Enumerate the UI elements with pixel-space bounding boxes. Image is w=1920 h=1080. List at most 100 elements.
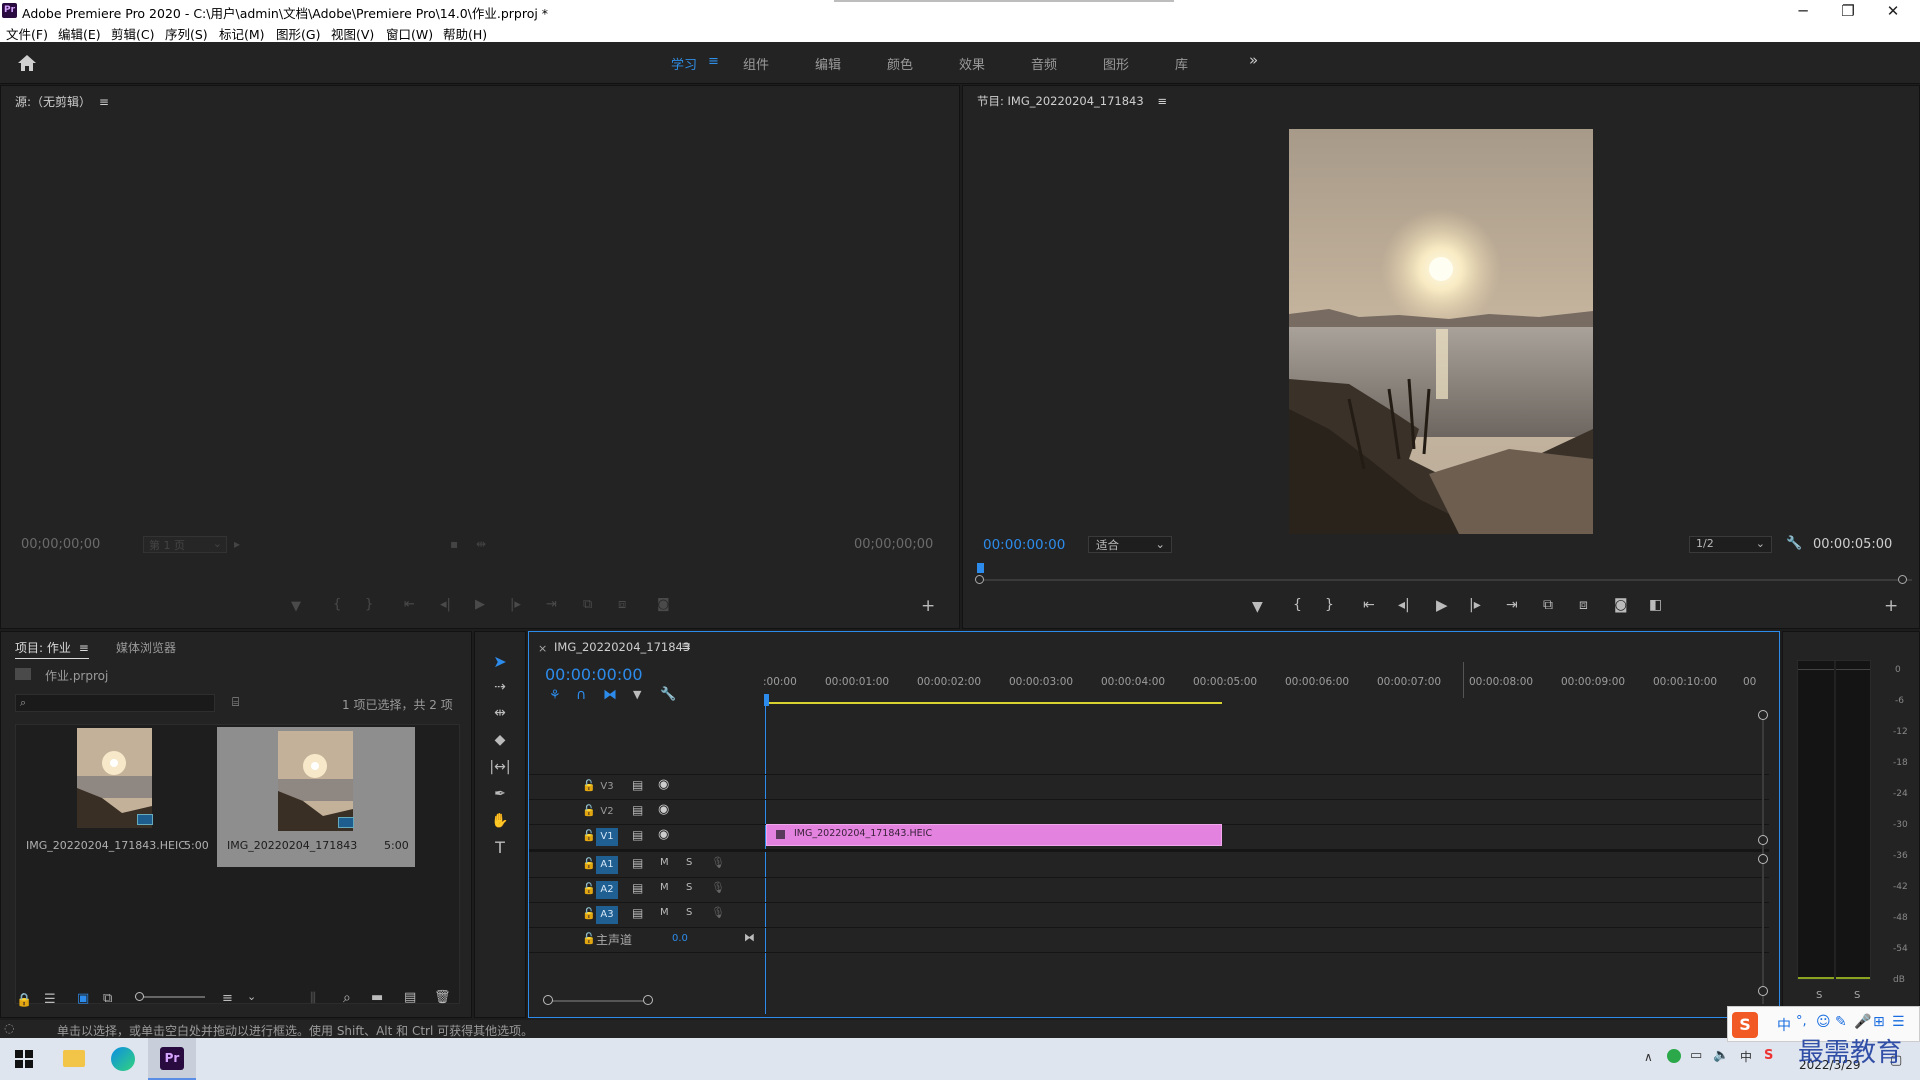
track-eye-icon[interactable]: ◉ <box>658 802 669 817</box>
mute-button[interactable]: M <box>660 907 669 918</box>
workspace-libraries[interactable]: 库 <box>1175 54 1188 73</box>
add-marker-icon[interactable]: ▼ <box>633 688 641 701</box>
voiceover-mic-icon[interactable]: 🎙 <box>711 906 725 919</box>
linked-selection-icon[interactable]: ⧓ <box>603 687 617 703</box>
workspace-graphics[interactable]: 图形 <box>1103 54 1129 73</box>
track-output-icon[interactable]: ▤ <box>632 778 643 792</box>
program-comparison-view-icon[interactable]: ◧ <box>1649 597 1662 613</box>
video-scroll-handle-top[interactable] <box>1758 710 1768 720</box>
timeline-playhead-timecode[interactable]: 00:00:00:00 <box>545 665 643 684</box>
workspace-audio[interactable]: 音频 <box>1031 54 1057 73</box>
solo-button[interactable]: S <box>686 907 692 918</box>
slip-tool-icon[interactable]: |↔| <box>489 756 511 778</box>
sequence-tab-menu-icon[interactable]: ≡ <box>681 639 691 653</box>
track-target-a3[interactable]: A3 <box>596 906 618 924</box>
snap-magnet-icon[interactable]: ∩ <box>576 687 586 703</box>
workspace-effects[interactable]: 效果 <box>959 54 985 73</box>
solo-button[interactable]: S <box>686 857 692 868</box>
source-play-icon[interactable]: ▶ <box>475 597 485 612</box>
track-lock-icon[interactable]: 🔓 <box>582 829 596 842</box>
work-area-bar[interactable] <box>766 702 1222 704</box>
thumbnail-size-slider[interactable] <box>135 996 205 998</box>
workspace-more-icon[interactable]: » <box>1249 51 1258 69</box>
track-target-v3[interactable]: V3 <box>596 778 618 796</box>
program-step-back-icon[interactable]: ◂| <box>1398 597 1410 613</box>
track-header-a1[interactable]: 🔓 A1 ▤ M S 🎙 <box>529 853 763 877</box>
track-target-v1[interactable]: V1 <box>596 828 618 846</box>
mute-button[interactable]: M <box>660 857 669 868</box>
track-eye-icon[interactable]: ◉ <box>658 827 669 842</box>
workspace-menu-icon[interactable]: ≡ <box>708 54 719 69</box>
lock-icon[interactable]: 🔒 <box>16 993 32 1008</box>
meter-solo-left-button[interactable]: S <box>1816 990 1822 1001</box>
program-fit-select[interactable]: 适合 ⌄ <box>1088 536 1172 553</box>
sequence-tab[interactable]: IMG_20220204_171843 <box>554 640 690 654</box>
menu-graphics[interactable]: 图形(G) <box>276 24 320 43</box>
source-mark-in-icon[interactable]: { <box>333 597 341 612</box>
razor-tool-icon[interactable]: ◆ <box>489 729 511 751</box>
track-header-v3[interactable]: 🔓 V3 ▤ ◉ <box>529 775 763 799</box>
menu-window[interactable]: 窗口(W) <box>386 24 433 43</box>
program-export-frame-icon[interactable]: ◙ <box>1614 597 1628 613</box>
close-button[interactable]: ✕ <box>1873 2 1913 20</box>
menu-clip[interactable]: 剪辑(C) <box>111 24 154 43</box>
menu-view[interactable]: 视图(V) <box>331 24 374 43</box>
program-go-to-in-icon[interactable]: ⇤ <box>1363 597 1375 613</box>
audio-meter[interactable] <box>1797 660 1871 980</box>
close-sequence-icon[interactable]: × <box>538 642 547 655</box>
freeform-view-icon[interactable]: ⧉ <box>103 991 112 1006</box>
timeline-ruler[interactable]: :00:00 00:00:01:00 00:00:02:00 00:00:03:… <box>763 676 1763 698</box>
source-page-select[interactable]: 第 1 页 ⌄ <box>143 536 227 553</box>
track-eye-icon[interactable]: ◉ <box>658 777 669 792</box>
track-target-a1[interactable]: A1 <box>596 856 618 874</box>
workspace-color[interactable]: 颜色 <box>887 54 913 73</box>
sogou-tray-icon[interactable]: S <box>1764 1048 1773 1063</box>
program-zoom-scrollbar[interactable] <box>977 579 1912 581</box>
workspace-editing[interactable]: 编辑 <box>815 54 841 73</box>
source-page-next-icon[interactable]: ▸ <box>234 537 240 551</box>
tray-ime-indicator[interactable]: 中 <box>1740 1048 1752 1065</box>
timeline-horizontal-scrollbar[interactable] <box>547 1000 647 1002</box>
new-item-icon[interactable]: ▤ <box>404 990 416 1005</box>
ime-emoji-icon[interactable]: ☺ <box>1816 1014 1831 1030</box>
type-tool-icon[interactable]: T <box>489 837 511 859</box>
video-scroll-handle-bottom[interactable] <box>1758 835 1768 845</box>
program-mark-in-icon[interactable]: { <box>1293 597 1302 613</box>
meter-solo-right-button[interactable]: S <box>1854 990 1860 1001</box>
track-lock-icon[interactable]: 🔓 <box>582 882 596 895</box>
program-zoom-handle-right[interactable] <box>1898 575 1907 584</box>
track-header-v1[interactable]: 🔓 V1 ▤ ◉ <box>529 825 763 849</box>
clear-trash-icon[interactable]: 🗑 <box>434 990 451 1005</box>
track-target-a2[interactable]: A2 <box>596 881 618 899</box>
track-lock-icon[interactable]: 🔓 <box>582 857 596 870</box>
new-bin-icon[interactable]: ▬ <box>371 990 383 1005</box>
voiceover-mic-icon[interactable]: 🎙 <box>711 856 725 869</box>
track-target-v2[interactable]: V2 <box>596 803 618 821</box>
track-output-icon[interactable]: ▤ <box>632 881 643 895</box>
track-output-icon[interactable]: ▤ <box>632 856 643 870</box>
hand-tool-icon[interactable]: ✋ <box>489 810 511 832</box>
new-search-bin-icon[interactable]: ⌸ <box>232 695 239 710</box>
windows-start-icon[interactable] <box>15 1050 33 1068</box>
master-volume-value[interactable]: 0.0 <box>672 933 688 944</box>
track-output-icon[interactable]: ▤ <box>632 828 643 842</box>
source-mark-out-icon[interactable]: } <box>365 597 373 612</box>
source-resize-icon[interactable]: ⇹ <box>476 537 486 551</box>
program-add-button-icon[interactable]: + <box>1884 596 1898 616</box>
track-header-master[interactable]: 🔓 主声道 0.0 ⧓ <box>529 928 763 952</box>
track-select-tool-icon[interactable]: ⇢ <box>489 676 511 698</box>
menu-marker[interactable]: 标记(M) <box>219 24 265 43</box>
program-step-forward-icon[interactable]: |▸ <box>1469 597 1481 613</box>
home-icon[interactable] <box>17 54 37 72</box>
tray-app-icon[interactable] <box>1667 1049 1681 1063</box>
menu-sequence[interactable]: 序列(S) <box>165 24 208 43</box>
track-lock-icon[interactable]: 🔓 <box>582 779 596 792</box>
program-lift-icon[interactable]: ⧉ <box>1543 597 1553 613</box>
program-video-frame[interactable] <box>1289 129 1593 534</box>
menu-edit[interactable]: 编辑(E) <box>58 24 101 43</box>
track-header-a2[interactable]: 🔓 A2 ▤ M S 🎙 <box>529 878 763 902</box>
maximize-button[interactable]: ❐ <box>1828 2 1868 20</box>
source-timecode-left[interactable]: 00;00;00;00 <box>21 537 100 552</box>
program-mark-out-icon[interactable]: } <box>1325 597 1334 613</box>
mute-button[interactable]: M <box>660 882 669 893</box>
